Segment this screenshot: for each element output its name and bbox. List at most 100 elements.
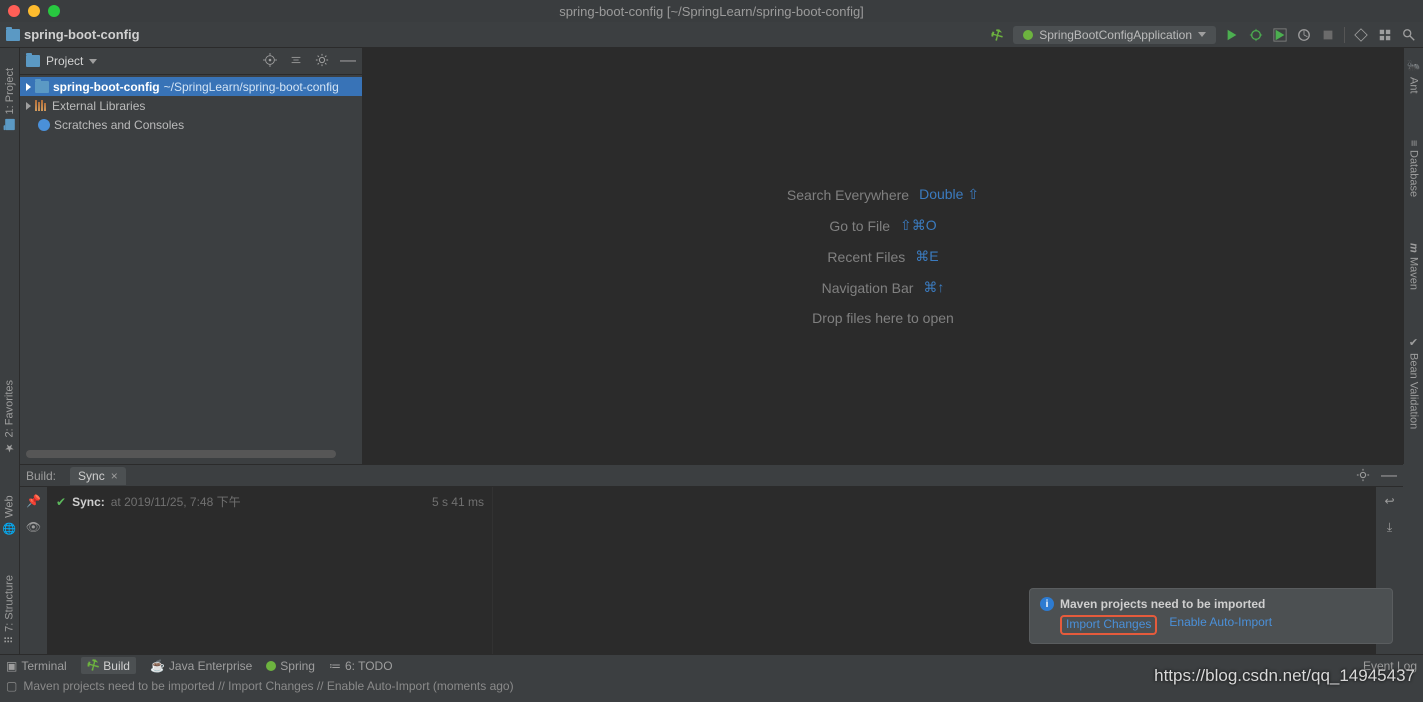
run-icon[interactable] [1224,27,1240,43]
editor-placeholder: Search EverywhereDouble ⇧ Go to File⇧⌘O … [363,48,1403,464]
chevron-right-icon[interactable] [26,102,31,110]
tool-project[interactable]: 1: Project [3,68,17,130]
status-message: Maven projects need to be imported // Im… [23,679,513,693]
folder-icon [6,29,20,41]
tree-row-scratches[interactable]: Scratches and Consoles [20,115,362,134]
spring-icon [266,661,276,671]
build-sync-time: at 2019/11/25, 7:48 下午 [111,493,241,510]
coverage-icon[interactable] [1272,27,1288,43]
tool-structure[interactable]: ⠿7: Structure [3,575,16,644]
breadcrumb-project: spring-boot-config [24,27,140,42]
scratches-icon [38,119,50,131]
spring-icon [1023,30,1033,40]
enable-auto-import-link[interactable]: Enable Auto-Import [1169,615,1272,635]
soft-wrap-icon[interactable]: ↩ [1382,493,1398,509]
main-area: 1: Project ★2: Favorites Project — sprin… [0,48,1423,464]
horizontal-scrollbar[interactable] [26,450,356,460]
close-icon[interactable]: × [111,469,118,483]
todo-icon: ≔ [329,659,341,673]
window-title: spring-boot-config [~/SpringLearn/spring… [0,4,1423,19]
tree-path: ~/SpringLearn/spring-boot-config [164,80,339,94]
tool-bean-validation[interactable]: ✔Bean Validation [1407,336,1420,429]
java-icon: ☕ [150,659,165,673]
eye-icon[interactable]: 👁 [26,519,42,535]
check-icon: ✔ [56,495,66,509]
tool-web[interactable]: 🌐Web [3,495,16,535]
right-tool-gutter: 🐜Ant ≡Database mMaven ✔Bean Validation [1403,48,1423,464]
locate-icon[interactable] [262,52,278,68]
scroll-end-icon[interactable]: ⤓ [1382,519,1398,535]
tab-event-log[interactable]: Event Log [1359,659,1417,673]
build-left-gutter: 📌 👁 [20,487,48,654]
gear-icon[interactable] [314,52,330,68]
collapse-icon[interactable] [288,52,304,68]
left-tool-gutter: 1: Project ★2: Favorites [0,48,20,464]
hint-recent-files: Recent Files⌘E [827,248,938,265]
debug-icon[interactable] [1248,27,1264,43]
tool-ant[interactable]: 🐜Ant [1407,60,1420,94]
build-row-sync[interactable]: ✔ Sync: at 2019/11/25, 7:48 下午 5 s 41 ms [56,493,484,510]
tab-todo[interactable]: ≔6: TODO [329,659,393,673]
tab-spring[interactable]: Spring [266,659,315,673]
tree-row-project-root[interactable]: spring-boot-config ~/SpringLearn/spring-… [20,77,362,96]
tab-terminal[interactable]: ▣Terminal [6,659,67,673]
profile-icon[interactable] [1296,27,1312,43]
folder-icon [26,55,40,67]
git-icon[interactable] [1353,27,1369,43]
hide-icon[interactable]: — [340,52,356,70]
gear-icon[interactable] [1355,467,1371,483]
hammer-icon: ⚒ [83,655,102,676]
project-panel-header: Project — [20,48,362,75]
build-panel-header: Build: Sync× — [20,465,1403,487]
chevron-down-icon [1198,32,1206,37]
folder-icon [35,81,49,93]
project-panel-title[interactable]: Project [46,54,83,68]
project-tree[interactable]: spring-boot-config ~/SpringLearn/spring-… [20,75,362,448]
tree-label: External Libraries [52,99,145,113]
build-tree[interactable]: ✔ Sync: at 2019/11/25, 7:48 下午 5 s 41 ms [48,487,493,654]
run-config-name: SpringBootConfigApplication [1039,28,1192,42]
hint-search-everywhere: Search EverywhereDouble ⇧ [787,186,979,203]
tool-database[interactable]: ≡Database [1408,140,1420,198]
info-icon: i [1040,597,1054,611]
import-changes-link[interactable]: Import Changes [1060,615,1157,635]
left-tool-gutter-bottom: 🌐Web ⠿7: Structure [0,464,20,654]
build-sync-label: Sync: [72,495,105,509]
chevron-down-icon[interactable] [89,59,97,64]
toolbar: spring-boot-config ⚒ SpringBootConfigApp… [0,22,1423,48]
terminal-icon: ▣ [6,659,17,673]
titlebar: spring-boot-config [~/SpringLearn/spring… [0,0,1423,22]
window-icon[interactable]: ▢ [6,679,17,693]
tree-label: Scratches and Consoles [54,118,184,132]
build-tab-sync[interactable]: Sync× [70,467,126,485]
build-icon[interactable]: ⚒ [986,24,1008,46]
maven-import-popup: i Maven projects need to be imported Imp… [1029,588,1393,644]
tree-label: spring-boot-config [53,80,160,94]
tool-favorites[interactable]: ★2: Favorites [3,380,16,454]
build-header-label: Build: [26,469,56,483]
hint-drop-files: Drop files here to open [812,310,954,326]
tool-maven[interactable]: mMaven [1408,243,1420,290]
run-config-selector[interactable]: SpringBootConfigApplication [1013,26,1216,44]
separator [1344,27,1345,43]
build-panel-body: 📌 👁 ✔ Sync: at 2019/11/25, 7:48 下午 5 s 4… [20,487,1403,654]
breadcrumb[interactable]: spring-boot-config [6,27,140,42]
hide-icon[interactable]: — [1381,467,1397,485]
popup-title: Maven projects need to be imported [1060,597,1265,611]
status-bar: ▣Terminal ⚒Build ☕Java Enterprise Spring… [0,654,1423,676]
build-duration: 5 s 41 ms [432,495,484,509]
project-panel: Project — spring-boot-config ~/SpringLea… [20,48,363,464]
hint-go-to-file: Go to File⇧⌘O [829,217,936,234]
search-icon[interactable] [1401,27,1417,43]
tree-row-external-libs[interactable]: External Libraries [20,96,362,115]
stop-icon [1320,27,1336,43]
tab-java-enterprise[interactable]: ☕Java Enterprise [150,659,252,673]
libraries-icon [35,100,48,111]
build-panel: Build: Sync× — 📌 👁 ✔ Sync: at 2019/11/25… [20,464,1403,654]
pin-icon[interactable]: 📌 [26,493,42,509]
chevron-right-icon[interactable] [26,83,31,91]
hint-navigation-bar: Navigation Bar⌘↑ [822,279,945,296]
status-message-bar: ▢ Maven projects need to be imported // … [0,676,1423,696]
tab-build[interactable]: ⚒Build [81,657,136,674]
project-structure-icon[interactable] [1377,27,1393,43]
